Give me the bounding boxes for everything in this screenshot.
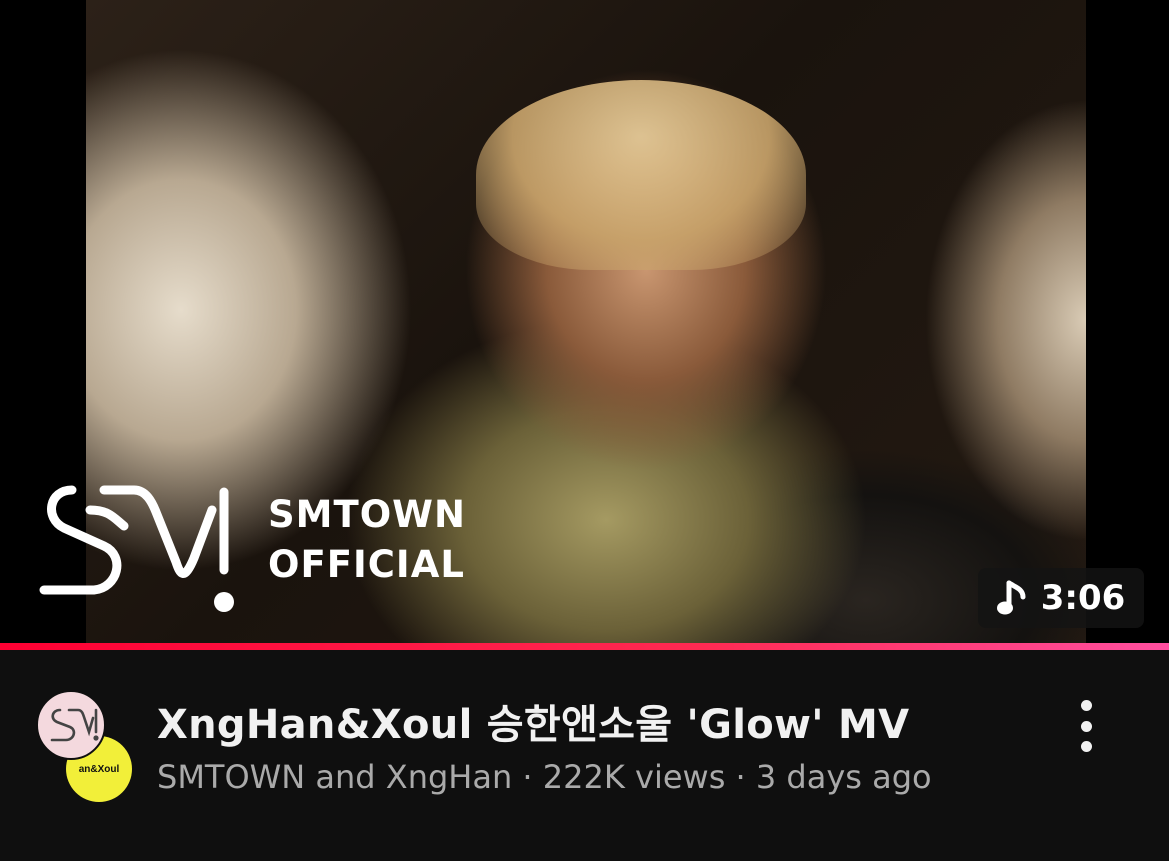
video-info[interactable]: an&Xoul XngHan&Xoul 승한앤소울 'Glow' MV SMTO… (0, 650, 1169, 861)
logo-wordmark: SMTOWN OFFICIAL (268, 490, 466, 590)
channel-avatars[interactable]: an&Xoul (36, 690, 136, 802)
sm-avatar-logo-icon (50, 708, 99, 742)
video-thumbnail[interactable]: SMTOWN OFFICIAL 3:06 (0, 0, 1169, 643)
upload-age: 3 days ago (755, 758, 932, 796)
watch-progress-bar (0, 643, 1169, 650)
meta-separator: · (522, 758, 533, 796)
sm-logo-icon (39, 485, 234, 612)
menu-dot (1080, 700, 1092, 711)
meta-separator: · (735, 758, 746, 796)
music-note-icon (996, 580, 1026, 615)
channel-names[interactable]: SMTOWN and XngHan (157, 758, 512, 796)
logo-line-1: SMTOWN (268, 493, 466, 536)
menu-dot (1080, 720, 1092, 732)
duration-badge: 3:06 (978, 568, 1144, 628)
logo-line-2: OFFICIAL (268, 543, 465, 586)
duration-text: 3:06 (1040, 578, 1126, 618)
more-vert-icon[interactable] (1066, 696, 1106, 756)
video-metadata: SMTOWN and XngHan · 222K views · 3 days … (157, 758, 932, 796)
watch-progress-fill (0, 643, 1169, 650)
avatar-label: an&Xoul (78, 763, 120, 775)
view-count: 222K views (542, 758, 726, 796)
menu-dot (1080, 741, 1092, 752)
thumbnail-subject (476, 80, 806, 270)
video-title[interactable]: XngHan&Xoul 승한앤소울 'Glow' MV (157, 692, 909, 750)
channel-avatar-smtown[interactable] (36, 690, 106, 760)
